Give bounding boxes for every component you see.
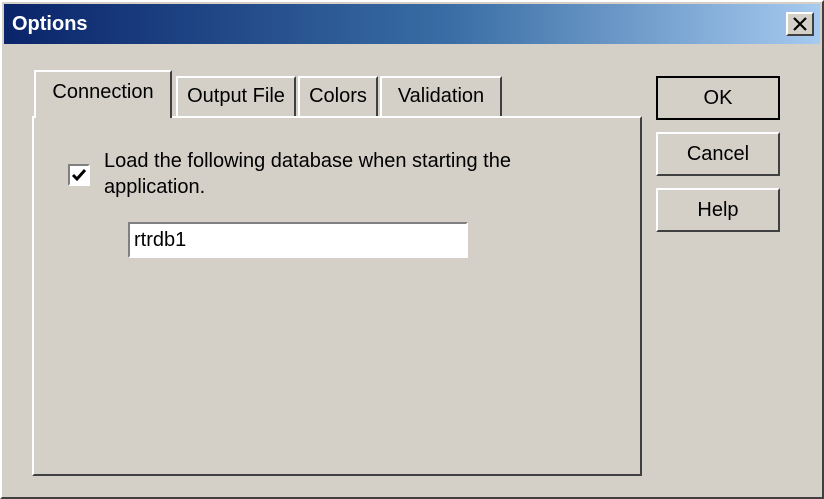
load-database-label: Load the following database when startin… — [104, 150, 511, 198]
cancel-button[interactable]: Cancel — [656, 132, 780, 176]
tab-connection[interactable]: Connection — [34, 70, 172, 118]
window-title: Options — [12, 13, 88, 35]
load-database-checkbox[interactable] — [68, 164, 90, 186]
ok-button[interactable]: OK — [656, 76, 780, 120]
help-button[interactable]: Help — [656, 188, 780, 232]
title-bar[interactable]: Options — [4, 4, 820, 44]
database-name-input[interactable]: rtrdb1 — [128, 222, 468, 258]
close-icon — [793, 17, 807, 31]
tab-output-file[interactable]: Output File — [176, 76, 296, 116]
close-button[interactable] — [786, 12, 814, 36]
tab-colors[interactable]: Colors — [298, 76, 378, 116]
tab-validation[interactable]: Validation — [380, 76, 502, 116]
check-icon — [71, 169, 87, 182]
options-dialog: Options Connection Output File Colors Va… — [0, 0, 824, 499]
